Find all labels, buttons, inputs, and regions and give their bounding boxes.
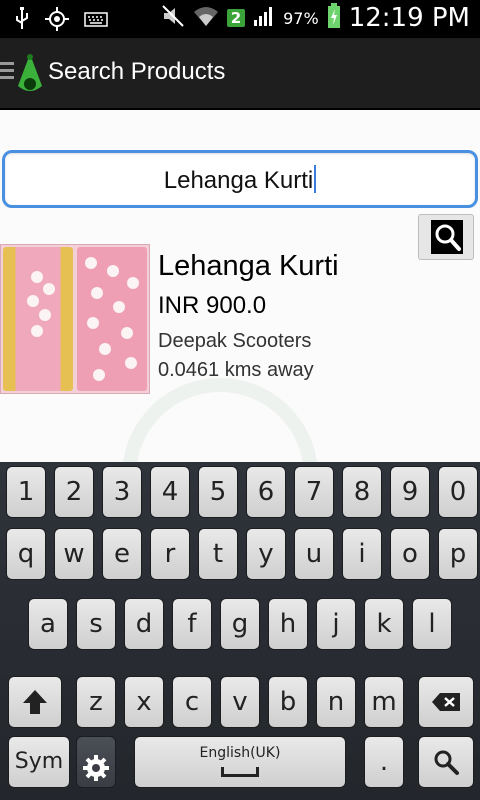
product-seller: Deepak Scooters [158, 330, 312, 352]
product-image [0, 244, 150, 394]
product-name: Lehanga Kurti [158, 250, 339, 282]
letter-key-s[interactable]: s [76, 598, 116, 650]
letter-key-n[interactable]: n [316, 676, 356, 728]
product-price: INR 900.0 [158, 292, 267, 319]
letter-key-t[interactable]: t [198, 528, 238, 580]
page-title: Search Products [48, 58, 226, 85]
action-bar: Search Products [0, 38, 480, 110]
sim-badge: 2 [226, 9, 246, 27]
letter-key-v[interactable]: v [220, 676, 260, 728]
letter-key-d[interactable]: d [124, 598, 164, 650]
number-key-4[interactable]: 4 [150, 466, 190, 518]
app-logo-icon[interactable] [16, 52, 44, 102]
letter-key-i[interactable]: i [342, 528, 382, 580]
search-input-value: Lehanga Kurti [163, 167, 314, 194]
letter-key-u[interactable]: u [294, 528, 334, 580]
number-key-3[interactable]: 3 [102, 466, 142, 518]
letter-key-g[interactable]: g [220, 598, 260, 650]
shift-key[interactable] [8, 676, 62, 728]
status-bar-system: 2 97% 12:19 PM [161, 3, 470, 33]
number-key-5[interactable]: 5 [198, 466, 238, 518]
letter-key-x[interactable]: x [124, 676, 164, 728]
letter-key-o[interactable]: o [390, 528, 430, 580]
number-key-1[interactable]: 1 [6, 466, 46, 518]
kurti-detail-image [77, 247, 147, 391]
letter-key-b[interactable]: b [268, 676, 308, 728]
letter-key-e[interactable]: e [102, 528, 142, 580]
period-key[interactable]: . [364, 736, 404, 788]
kurti-front-image [3, 247, 73, 391]
number-key-8[interactable]: 8 [342, 466, 382, 518]
language-label: English(UK) [199, 745, 281, 761]
number-key-9[interactable]: 9 [390, 466, 430, 518]
gps-icon [44, 6, 70, 36]
battery-icon [327, 3, 341, 33]
number-key-0[interactable]: 0 [438, 466, 478, 518]
keyboard-icon [84, 10, 108, 32]
main-content: Lehanga Kurti Lehanga Kurti INR 900.0 De… [0, 110, 480, 462]
letter-key-f[interactable]: f [172, 598, 212, 650]
letter-key-j[interactable]: j [316, 598, 356, 650]
usb-icon [14, 7, 30, 35]
letter-key-w[interactable]: w [54, 528, 94, 580]
menu-icon[interactable] [0, 62, 14, 83]
search-input[interactable]: Lehanga Kurti [2, 150, 478, 208]
clock: 12:19 PM [348, 3, 470, 33]
sym-key[interactable]: Sym [8, 736, 70, 788]
number-key-7[interactable]: 7 [294, 466, 334, 518]
soft-keyboard: Sym English(UK) . 1234567890 qwertyuiop as… [0, 462, 480, 800]
letter-key-r[interactable]: r [150, 528, 190, 580]
status-bar-notifications [14, 6, 108, 36]
search-key[interactable] [418, 736, 474, 788]
backspace-key[interactable] [418, 676, 474, 728]
text-cursor [314, 165, 317, 193]
wifi-icon [193, 5, 219, 31]
letter-key-m[interactable]: m [364, 676, 404, 728]
letter-key-y[interactable]: y [246, 528, 286, 580]
settings-key[interactable] [76, 736, 116, 788]
letter-key-a[interactable]: a [28, 598, 68, 650]
status-bar: 2 97% 12:19 PM [0, 0, 480, 38]
space-key[interactable]: English(UK) [134, 736, 346, 788]
list-item[interactable]: Lehanga Kurti INR 900.0 Deepak Scooters … [0, 244, 480, 396]
letter-key-l[interactable]: l [412, 598, 452, 650]
letter-key-k[interactable]: k [364, 598, 404, 650]
letter-key-h[interactable]: h [268, 598, 308, 650]
space-icon [221, 767, 259, 777]
mute-icon [161, 4, 185, 32]
letter-key-q[interactable]: q [6, 528, 46, 580]
letter-key-p[interactable]: p [438, 528, 478, 580]
number-key-6[interactable]: 6 [246, 466, 286, 518]
product-distance: 0.0461 kms away [158, 359, 314, 381]
signal-icon [253, 6, 275, 30]
battery-percent: 97% [283, 8, 319, 28]
number-key-2[interactable]: 2 [54, 466, 94, 518]
letter-key-c[interactable]: c [172, 676, 212, 728]
letter-key-z[interactable]: z [76, 676, 116, 728]
